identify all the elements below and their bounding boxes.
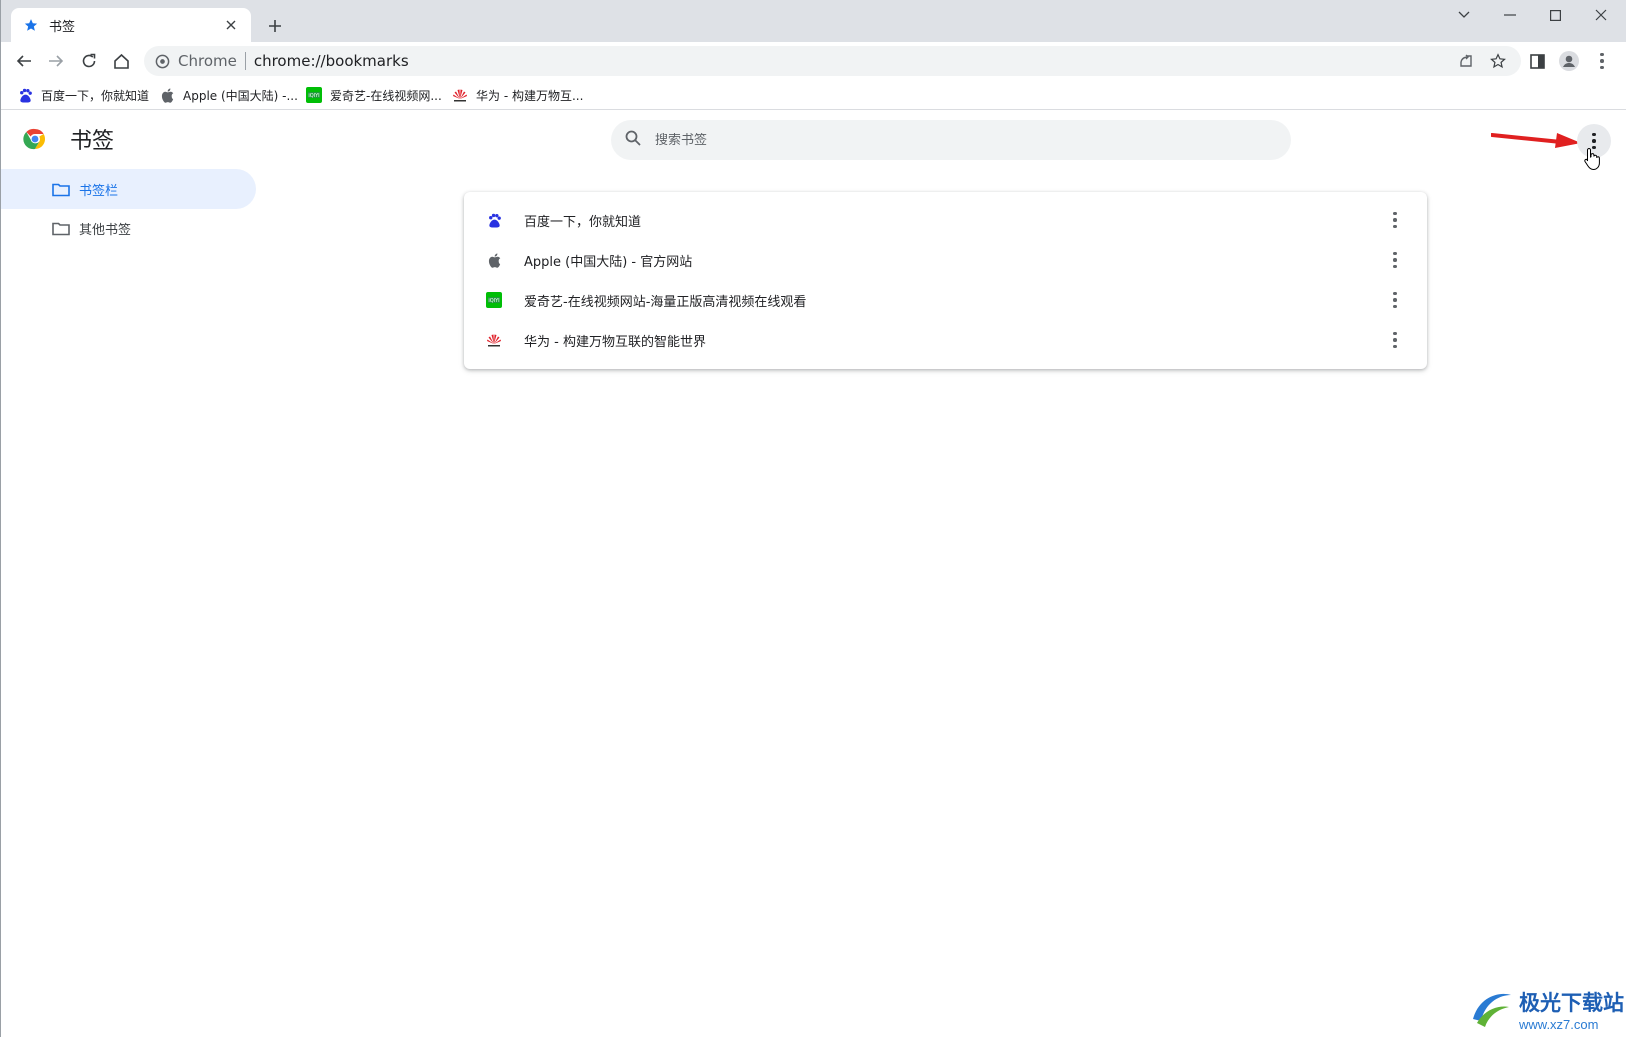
folder-icon: [51, 218, 71, 238]
huawei-icon: [452, 87, 468, 103]
side-panel-icon[interactable]: [1522, 46, 1552, 76]
bookmark-bar-label: 华为 - 构建万物互...: [476, 88, 584, 103]
star-icon: [23, 17, 39, 33]
reload-button[interactable]: [74, 46, 104, 76]
bookmark-title: 百度一下，你就知道: [524, 214, 642, 230]
home-button[interactable]: [106, 46, 136, 76]
more-actions-button[interactable]: [1383, 288, 1407, 312]
new-tab-button[interactable]: [261, 12, 289, 40]
tab-strip: 书签: [1, 0, 1626, 42]
profile-avatar[interactable]: [1554, 46, 1584, 76]
hand-cursor-icon: [1584, 147, 1600, 171]
toolbar: Chrome chrome://bookmarks: [1, 42, 1626, 80]
watermark-url: www.xz7.com: [1519, 1016, 1599, 1032]
more-actions-button[interactable]: [1383, 248, 1407, 272]
watermark-name: 极光下载站: [1519, 990, 1624, 1015]
bookmark-bar-item[interactable]: 华为 - 构建万物互...: [452, 84, 583, 106]
sidebar-item-label: 其他书签: [79, 222, 132, 238]
folder-icon: [51, 179, 71, 199]
watermark: 极光下载站 www.xz7.com: [1469, 981, 1626, 1037]
chrome-menu-icon[interactable]: [1587, 46, 1617, 76]
apple-icon: [486, 252, 502, 268]
bookmark-bar-item[interactable]: iQIYI 爱奇艺-在线视频网...: [306, 84, 442, 106]
share-icon[interactable]: [1455, 50, 1477, 72]
red-arrow-annotation: [1491, 133, 1581, 148]
minimize-icon[interactable]: [1487, 0, 1533, 30]
huawei-icon: [486, 332, 502, 348]
bookmarks-bar: 百度一下，你就知道 Apple (中国大陆) -... iQIYI 爱奇艺-在线…: [1, 80, 1626, 110]
svg-text:iQIYI: iQIYI: [488, 298, 499, 304]
bookmarks-page: 书签 书签栏 其他书签: [1, 111, 1626, 1037]
search-icon: [625, 130, 641, 150]
bookmark-bar-label: 百度一下，你就知道: [41, 88, 150, 103]
maximize-icon[interactable]: [1532, 0, 1578, 30]
iqiyi-icon: iQIYI: [306, 87, 322, 103]
search-box[interactable]: [611, 120, 1291, 160]
site-chip: Chrome: [178, 52, 237, 70]
tab-title: 书签: [49, 19, 76, 35]
iqiyi-icon: iQIYI: [486, 292, 502, 308]
bookmark-title: 爱奇艺-在线视频网站-海量正版高清视频在线观看: [524, 294, 807, 310]
watermark-logo-icon: [1473, 993, 1511, 1027]
bookmark-bar-item[interactable]: 百度一下，你就知道: [17, 84, 149, 106]
url-text: chrome://bookmarks: [253, 52, 409, 70]
tab-bookmarks[interactable]: 书签: [11, 8, 251, 42]
omnibox-separator: [244, 52, 246, 70]
baidu-icon: [17, 87, 33, 103]
bookmark-bar-item[interactable]: Apple (中国大陆) -...: [159, 84, 298, 106]
sidebar-item-other-bookmarks[interactable]: 其他书签: [1, 208, 131, 248]
bookmark-star-icon[interactable]: [1487, 50, 1509, 72]
list-item[interactable]: iQIYI 爱奇艺-在线视频网站-海量正版高清视频在线观看: [464, 280, 1427, 320]
list-item[interactable]: 华为 - 构建万物互联的智能世界: [464, 320, 1427, 360]
chrome-logo-icon: [23, 128, 45, 150]
search-input[interactable]: [655, 132, 1255, 148]
bookmark-list: 百度一下，你就知道 Apple (中国大陆) - 官方网站 iQIYI 爱奇艺-…: [464, 192, 1427, 369]
chrome-site-icon: [154, 53, 170, 69]
browser-window: 书签 Chrome chrome://bookmarks 百度一下，你就知道 A…: [0, 0, 1626, 1037]
bookmark-bar-label: 爱奇艺-在线视频网...: [330, 88, 442, 103]
svg-text:iQIYI: iQIYI: [308, 93, 319, 99]
more-actions-button[interactable]: [1383, 328, 1407, 352]
forward-button[interactable]: [41, 46, 71, 76]
page-title: 书签: [70, 129, 115, 154]
close-tab-icon[interactable]: [221, 15, 241, 35]
window-close-icon[interactable]: [1578, 0, 1624, 30]
bookmark-title: 华为 - 构建万物互联的智能世界: [524, 334, 706, 350]
list-item[interactable]: Apple (中国大陆) - 官方网站: [464, 240, 1427, 280]
back-button[interactable]: [9, 46, 39, 76]
sidebar-item-bookmarks-bar[interactable]: 书签栏: [1, 169, 256, 209]
sidebar-item-label: 书签栏: [79, 183, 119, 199]
apple-icon: [159, 87, 175, 103]
baidu-icon: [486, 212, 502, 228]
address-bar[interactable]: Chrome chrome://bookmarks: [144, 46, 1521, 76]
more-actions-button[interactable]: [1383, 208, 1407, 232]
bookmark-title: Apple (中国大陆) - 官方网站: [524, 254, 693, 270]
bookmark-bar-label: Apple (中国大陆) -...: [183, 88, 298, 103]
list-item[interactable]: 百度一下，你就知道: [464, 200, 1427, 240]
tab-search-icon[interactable]: [1441, 0, 1487, 30]
